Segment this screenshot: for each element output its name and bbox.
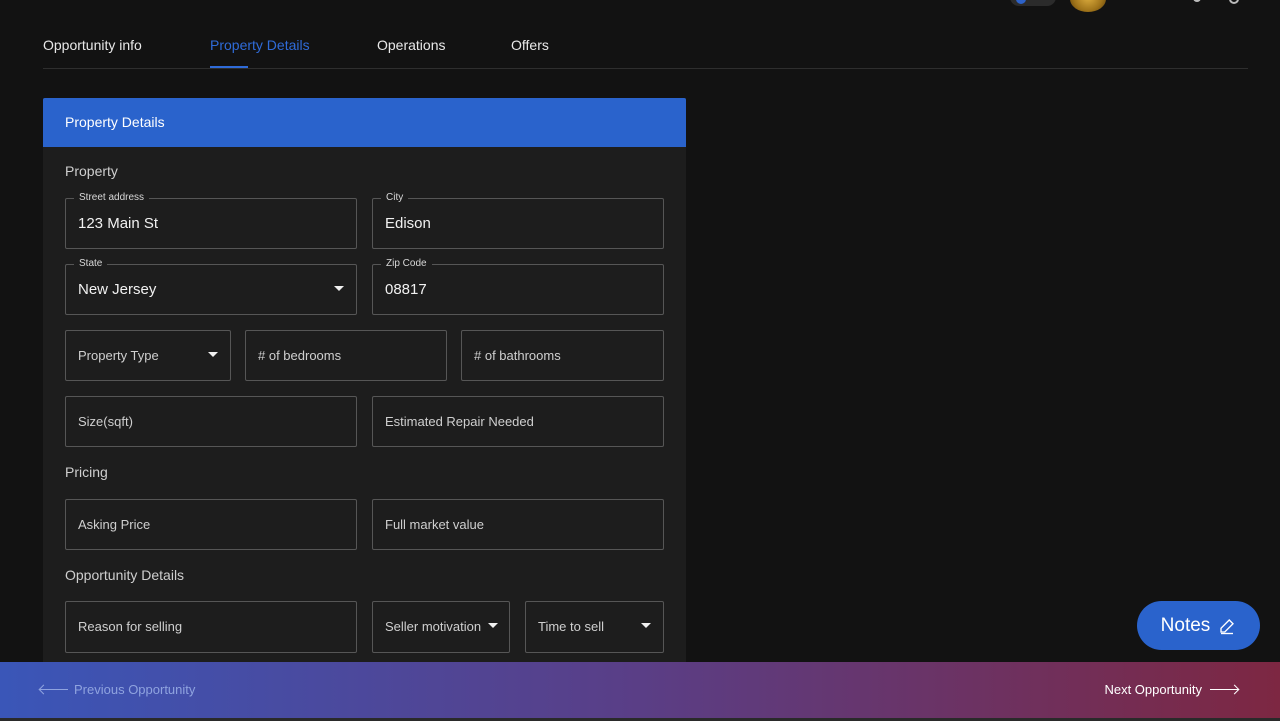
opportunity-nav-bar: Previous Opportunity Next Opportunity xyxy=(0,662,1280,718)
city-value: Edison xyxy=(385,215,431,232)
city-label: City xyxy=(381,192,409,204)
property-type-select[interactable]: Property Type xyxy=(65,330,231,381)
asking-price-field[interactable]: Asking Price xyxy=(65,499,357,550)
street-address-value: 123 Main St xyxy=(78,215,159,232)
section-title-property: Property xyxy=(65,163,118,179)
card-header: Property Details xyxy=(43,98,686,147)
notes-button[interactable]: Notes xyxy=(1137,601,1260,650)
next-opportunity-link[interactable]: Next Opportunity xyxy=(1104,682,1238,697)
seller-motivation-select[interactable]: Seller motivation xyxy=(372,601,510,653)
asking-price-placeholder: Asking Price xyxy=(78,517,151,532)
state-select[interactable]: State New Jersey xyxy=(65,258,357,315)
chevron-down-icon xyxy=(334,286,344,291)
street-address-label: Street address xyxy=(74,192,150,204)
market-value-placeholder: Full market value xyxy=(385,517,484,532)
property-details-card: Property Details Property Street address… xyxy=(43,98,686,668)
arrow-right-icon xyxy=(1210,689,1238,690)
bathrooms-placeholder: # of bathrooms xyxy=(474,348,561,363)
arrow-left-icon xyxy=(40,689,68,690)
tab-offers[interactable]: Offers xyxy=(511,37,549,53)
tab-property-details[interactable]: Property Details xyxy=(210,37,310,53)
property-type-placeholder: Property Type xyxy=(78,348,159,363)
bedrooms-placeholder: # of bedrooms xyxy=(258,348,342,363)
seller-motivation-placeholder: Seller motivation xyxy=(385,619,482,634)
chevron-down-icon xyxy=(208,352,218,357)
active-tab-indicator xyxy=(210,66,248,68)
chevron-down-icon xyxy=(488,623,498,628)
state-value: New Jersey xyxy=(78,281,157,298)
size-placeholder: Size(sqft) xyxy=(78,414,133,429)
state-label: State xyxy=(74,258,108,270)
bedrooms-field[interactable]: # of bedrooms xyxy=(245,330,447,381)
time-to-sell-placeholder: Time to sell xyxy=(538,619,604,634)
previous-opportunity-link[interactable]: Previous Opportunity xyxy=(40,682,195,697)
repair-placeholder: Estimated Repair Needed xyxy=(385,414,534,429)
section-title-opportunity: Opportunity Details xyxy=(65,567,185,583)
notes-label: Notes xyxy=(1160,614,1211,636)
reason-field[interactable]: Reason for selling xyxy=(65,601,357,653)
pencil-icon xyxy=(1220,618,1235,634)
next-opportunity-label: Next Opportunity xyxy=(1104,682,1202,697)
tab-operations[interactable]: Operations xyxy=(377,37,445,53)
chevron-down-icon xyxy=(641,623,651,628)
bathrooms-field[interactable]: # of bathrooms xyxy=(461,330,664,381)
market-value-field[interactable]: Full market value xyxy=(372,499,664,550)
reason-placeholder: Reason for selling xyxy=(78,619,183,634)
previous-opportunity-label: Previous Opportunity xyxy=(74,682,196,697)
time-to-sell-select[interactable]: Time to sell xyxy=(525,601,664,653)
section-title-pricing: Pricing xyxy=(65,464,108,480)
street-address-field[interactable]: Street address 123 Main St xyxy=(65,192,357,249)
zip-code-field[interactable]: Zip Code 08817 xyxy=(372,258,664,315)
tab-opportunity-info[interactable]: Opportunity info xyxy=(43,37,142,53)
city-field[interactable]: City Edison xyxy=(372,192,664,249)
zip-code-label: Zip Code xyxy=(381,258,432,270)
tab-bar: Opportunity info Property Details Operat… xyxy=(43,0,1248,69)
zip-code-value: 08817 xyxy=(385,281,427,298)
size-field[interactable]: Size(sqft) xyxy=(65,396,357,447)
repair-field[interactable]: Estimated Repair Needed xyxy=(372,396,664,447)
